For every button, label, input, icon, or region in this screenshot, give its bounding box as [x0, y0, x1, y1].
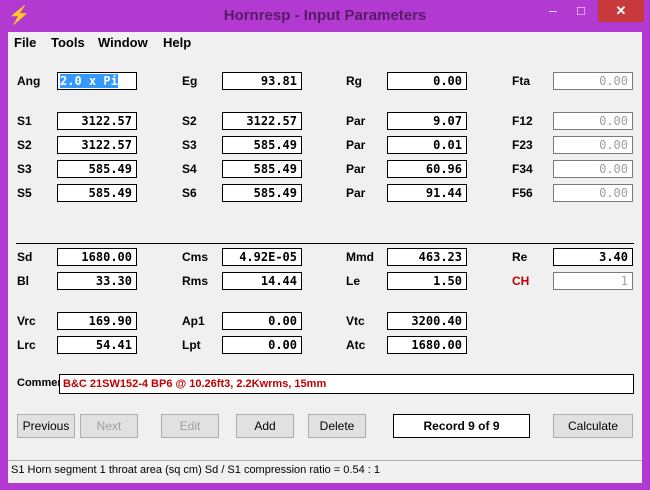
input-fta[interactable]: 0.00 [553, 72, 633, 90]
status-text: S1 Horn segment 1 throat area (sq cm) Sd… [11, 464, 380, 476]
label-vtc: Vtc [346, 314, 365, 328]
label-ch: CH [512, 274, 530, 288]
label-lpt: Lpt [182, 338, 201, 352]
label-s3: S3 [17, 162, 32, 176]
input-f34[interactable]: 0.00 [553, 160, 633, 178]
comment-field[interactable]: B&C 21SW152-4 BP6 @ 10.26ft3, 2.2Kwrms, … [59, 374, 634, 394]
input-f56[interactable]: 0.00 [553, 184, 633, 202]
label-f34: F34 [512, 162, 533, 176]
label-par: Par [346, 114, 366, 128]
input-s4[interactable]: 585.49 [222, 160, 302, 178]
record-indicator: Record 9 of 9 [393, 414, 530, 438]
input-s6[interactable]: 585.49 [222, 184, 302, 202]
next-button[interactable]: Next [80, 414, 138, 438]
parameters-panel: Ang 2.0 x Pi Eg 93.81 Rg 0.00 Fta 0.00 S1 3122.57… [8, 52, 642, 460]
input-par[interactable]: 91.44 [387, 184, 467, 202]
label-s6: S6 [182, 186, 197, 200]
edit-button[interactable]: Edit [161, 414, 219, 438]
input-ch[interactable]: 1 [553, 272, 633, 290]
selected-text: 2.0 x Pi [60, 74, 118, 88]
minimize-button[interactable]: ‒ [540, 0, 566, 22]
close-button[interactable]: ✕ [598, 0, 644, 22]
menu-bar: File Tools Window Help [8, 32, 642, 52]
label-rg: Rg [346, 74, 362, 88]
label-re: Re [512, 250, 528, 264]
label-fta: Fta [512, 74, 530, 88]
label-s4: S4 [182, 162, 197, 176]
label-le: Le [346, 274, 361, 288]
menu-tools[interactable]: Tools [51, 35, 85, 50]
input-lrc[interactable]: 54.41 [57, 336, 137, 354]
input-mmd[interactable]: 463.23 [387, 248, 467, 266]
input-le[interactable]: 1.50 [387, 272, 467, 290]
input-s2[interactable]: 3122.57 [222, 112, 302, 130]
input-re[interactable]: 3.40 [553, 248, 633, 266]
label-rms: Rms [182, 274, 209, 288]
label-mmd: Mmd [346, 250, 374, 264]
label-s5: S5 [17, 186, 32, 200]
input-s3[interactable]: 585.49 [222, 136, 302, 154]
input-lpt[interactable]: 0.00 [222, 336, 302, 354]
client-area: File Tools Window Help Ang 2.0 x Pi Eg 93.8… [8, 32, 642, 483]
label-s3: S3 [182, 138, 197, 152]
delete-button[interactable]: Delete [308, 414, 366, 438]
label-s2: S2 [182, 114, 197, 128]
menu-file[interactable]: File [14, 35, 36, 50]
separator-line [16, 243, 634, 244]
input-s3[interactable]: 585.49 [57, 160, 137, 178]
previous-button[interactable]: Previous [17, 414, 75, 438]
input-ang[interactable]: 2.0 x Pi [57, 72, 137, 90]
calculate-button[interactable]: Calculate [553, 414, 633, 438]
label-ap1: Ap1 [182, 314, 205, 328]
label-eg: Eg [182, 74, 198, 88]
input-f12[interactable]: 0.00 [553, 112, 633, 130]
menu-help[interactable]: Help [163, 35, 191, 50]
menu-window[interactable]: Window [98, 35, 148, 50]
input-s5[interactable]: 585.49 [57, 184, 137, 202]
label-s2: S2 [17, 138, 32, 152]
input-rms[interactable]: 14.44 [222, 272, 302, 290]
label-lrc: Lrc [17, 338, 36, 352]
input-vtc[interactable]: 3200.40 [387, 312, 467, 330]
input-eg[interactable]: 93.81 [222, 72, 302, 90]
label-f23: F23 [512, 138, 533, 152]
input-par[interactable]: 60.96 [387, 160, 467, 178]
label-atc: Atc [346, 338, 366, 352]
input-sd[interactable]: 1680.00 [57, 248, 137, 266]
title-bar[interactable]: ⚡ Hornresp - Input Parameters ‒ □ ✕ [0, 0, 650, 32]
input-rg[interactable]: 0.00 [387, 72, 467, 90]
label-f56: F56 [512, 186, 533, 200]
status-bar: S1 Horn segment 1 throat area (sq cm) Sd… [8, 460, 642, 483]
input-s1[interactable]: 3122.57 [57, 112, 137, 130]
label-par: Par [346, 138, 366, 152]
input-bl[interactable]: 33.30 [57, 272, 137, 290]
input-vrc[interactable]: 169.90 [57, 312, 137, 330]
label-ang: Ang [17, 74, 41, 88]
label-s1: S1 [17, 114, 32, 128]
input-cms[interactable]: 4.92E-05 [222, 248, 302, 266]
input-s2[interactable]: 3122.57 [57, 136, 137, 154]
hornresp-window: ⚡ Hornresp - Input Parameters ‒ □ ✕ File… [0, 0, 650, 490]
label-f12: F12 [512, 114, 533, 128]
input-f23[interactable]: 0.00 [553, 136, 633, 154]
label-vrc: Vrc [17, 314, 36, 328]
input-par[interactable]: 0.01 [387, 136, 467, 154]
input-ap1[interactable]: 0.00 [222, 312, 302, 330]
input-par[interactable]: 9.07 [387, 112, 467, 130]
label-bl: Bl [17, 274, 29, 288]
label-par: Par [346, 186, 366, 200]
input-atc[interactable]: 1680.00 [387, 336, 467, 354]
label-par: Par [346, 162, 366, 176]
label-sd: Sd [17, 250, 33, 264]
label-cms: Cms [182, 250, 209, 264]
add-button[interactable]: Add [236, 414, 294, 438]
maximize-button[interactable]: □ [568, 0, 594, 22]
